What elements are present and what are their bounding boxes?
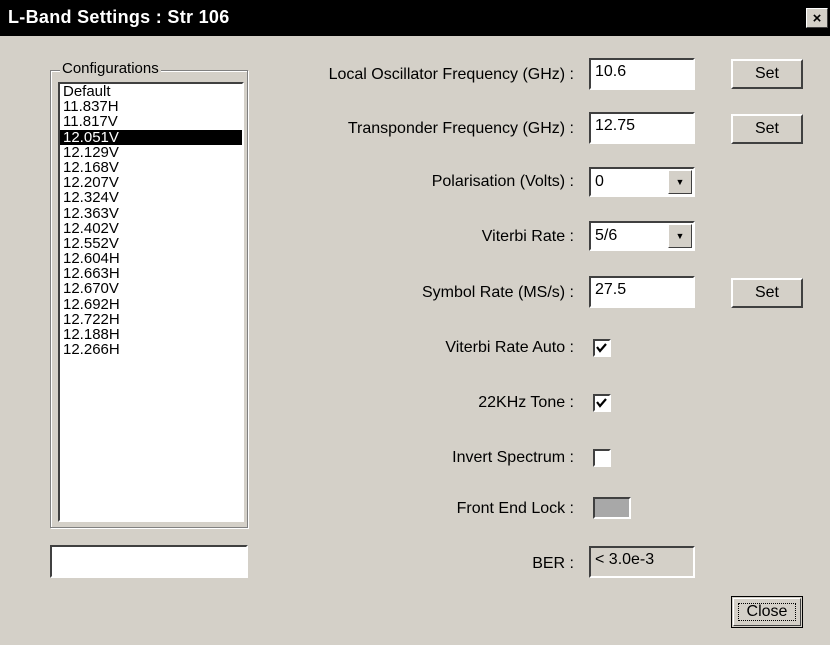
checkmark-icon	[596, 398, 607, 408]
polarisation-value: 0	[595, 173, 604, 190]
transponder-frequency-set-button[interactable]: Set	[731, 114, 803, 144]
front-end-lock-label: Front End Lock :	[456, 500, 574, 517]
list-item[interactable]: 12.188H	[60, 327, 242, 342]
list-item[interactable]: 12.168V	[60, 160, 242, 175]
symbol-rate-label: Symbol Rate (MS/s) :	[421, 284, 574, 301]
list-item[interactable]: 12.692H	[60, 297, 242, 312]
window-close-button[interactable]: ×	[806, 8, 828, 28]
transponder-frequency-input[interactable]: 12.75	[589, 112, 695, 144]
ber-label: BER :	[532, 555, 574, 572]
list-item[interactable]: 11.817V	[60, 114, 242, 129]
configurations-label: Configurations	[60, 60, 161, 77]
list-item[interactable]: 12.402V	[60, 221, 242, 236]
configurations-list[interactable]: Default 11.837H 11.817V 12.051V 12.129V 12.16…	[58, 82, 244, 522]
lo-frequency-label: Local Oscillator Frequency (GHz) :	[328, 66, 574, 83]
title-bar: L-Band Settings : Str 106 ×	[0, 0, 830, 36]
list-item[interactable]: Default	[60, 84, 242, 99]
viterbi-auto-label: Viterbi Rate Auto :	[445, 339, 574, 356]
close-button[interactable]: Close	[731, 596, 803, 628]
list-item[interactable]: 12.663H	[60, 266, 242, 281]
tone-22khz-label: 22KHz Tone :	[478, 394, 574, 411]
checkmark-icon	[596, 343, 607, 353]
lo-frequency-set-button[interactable]: Set	[731, 59, 803, 89]
list-item[interactable]: 12.051V	[60, 129, 242, 145]
configuration-name-input[interactable]	[50, 545, 248, 578]
list-item[interactable]: 12.129V	[60, 145, 242, 160]
ber-value: < 3.0e-3	[589, 546, 695, 578]
invert-spectrum-label: Invert Spectrum :	[452, 449, 574, 466]
list-item[interactable]: 12.324V	[60, 190, 242, 205]
viterbi-auto-checkbox[interactable]	[593, 339, 611, 357]
viterbi-rate-select[interactable]: 5/6 ▼	[589, 221, 695, 251]
front-end-lock-indicator	[593, 497, 631, 519]
tone-22khz-checkbox[interactable]	[593, 394, 611, 412]
chevron-down-icon[interactable]: ▼	[668, 224, 692, 248]
invert-spectrum-checkbox[interactable]	[593, 449, 611, 467]
list-item[interactable]: 12.266H	[60, 342, 242, 357]
list-item[interactable]: 11.837H	[60, 99, 242, 114]
symbol-rate-set-button[interactable]: Set	[731, 278, 803, 308]
list-item[interactable]: 12.363V	[60, 205, 242, 221]
window-title: L-Band Settings : Str 106	[8, 7, 230, 27]
symbol-rate-input[interactable]: 27.5	[589, 276, 695, 308]
polarisation-label: Polarisation (Volts) :	[431, 173, 574, 190]
lo-frequency-input[interactable]: 10.6	[589, 58, 695, 90]
list-item[interactable]: 12.670V	[60, 281, 242, 296]
viterbi-rate-label: Viterbi Rate :	[481, 228, 574, 245]
list-item[interactable]: 12.722H	[60, 312, 242, 327]
list-item[interactable]: 12.552V	[60, 236, 242, 251]
viterbi-rate-value: 5/6	[595, 227, 618, 244]
chevron-down-icon[interactable]: ▼	[668, 170, 692, 194]
focus-rect	[738, 603, 796, 621]
transponder-frequency-label: Transponder Frequency (GHz) :	[347, 120, 574, 137]
polarisation-select[interactable]: 0 ▼	[589, 167, 695, 197]
lband-settings-dialog: L-Band Settings : Str 106 × Configuratio…	[0, 0, 830, 645]
list-item[interactable]: 12.207V	[60, 175, 242, 190]
list-item[interactable]: 12.604H	[60, 251, 242, 266]
